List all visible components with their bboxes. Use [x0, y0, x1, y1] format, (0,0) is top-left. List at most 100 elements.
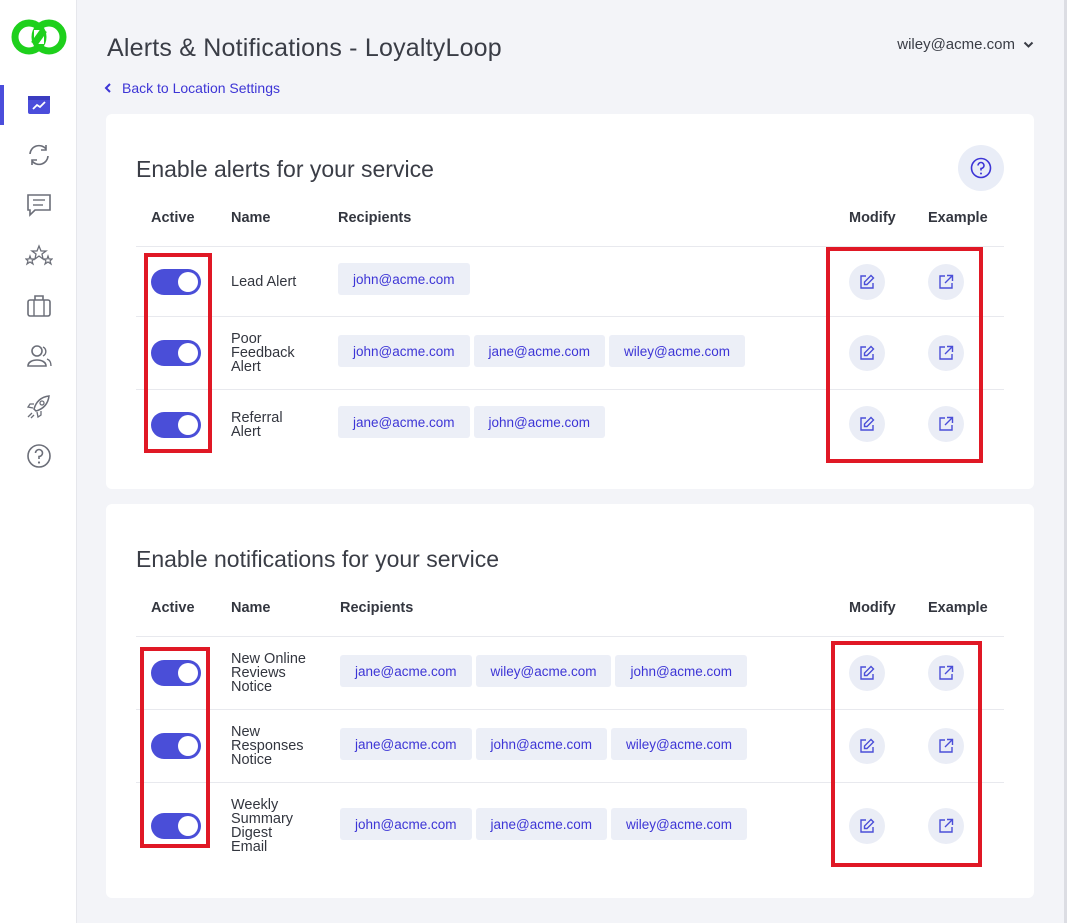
row-divider — [136, 782, 1004, 783]
recipient-chip[interactable]: jane@acme.com — [338, 406, 470, 438]
modify-button[interactable] — [849, 335, 885, 371]
row-divider — [136, 246, 1004, 247]
toggle-knob — [178, 343, 198, 363]
notification-name: New Online Reviews Notice — [231, 651, 306, 695]
row-divider — [136, 636, 1004, 637]
row-divider — [136, 709, 1004, 710]
recipient-chip[interactable]: jane@acme.com — [473, 335, 605, 367]
recipient-chip[interactable]: wiley@acme.com — [611, 808, 747, 840]
nav-help[interactable] — [0, 436, 77, 476]
recipient-chip[interactable]: jane@acme.com — [340, 655, 472, 687]
example-button[interactable] — [928, 264, 964, 300]
recipient-chip[interactable]: john@acme.com — [340, 808, 472, 840]
recipient-chip[interactable]: wiley@acme.com — [475, 655, 612, 687]
active-toggle[interactable] — [151, 660, 201, 686]
recipient-chip[interactable]: john@acme.com — [338, 263, 470, 295]
chevron-left-icon — [104, 83, 111, 93]
briefcase-icon — [26, 295, 51, 317]
user-email: wiley@acme.com — [897, 36, 1015, 53]
example-button[interactable] — [928, 335, 964, 371]
dashboard-icon — [27, 96, 50, 114]
example-button[interactable] — [928, 655, 964, 691]
col-modify: Modify — [849, 210, 896, 226]
external-link-icon — [939, 818, 954, 833]
recipient-list: jane@acme.com john@acme.com — [338, 406, 605, 438]
edit-icon — [860, 738, 875, 753]
alerts-card: Enable alerts for your service Active Na… — [106, 114, 1034, 489]
example-button[interactable] — [928, 808, 964, 844]
recipient-list: john@acme.com — [338, 263, 470, 295]
notification-name: Weekly Summary Digest Email — [231, 797, 294, 855]
users-icon — [26, 345, 52, 367]
nav-portfolio[interactable] — [0, 286, 77, 326]
toggle-knob — [178, 736, 198, 756]
nav-messages[interactable] — [0, 185, 77, 225]
loyaltyloop-logo[interactable] — [10, 16, 68, 58]
active-toggle[interactable] — [151, 813, 201, 839]
external-link-icon — [939, 345, 954, 360]
toggle-knob — [178, 816, 198, 836]
external-link-icon — [939, 738, 954, 753]
back-link-label: Back to Location Settings — [122, 80, 280, 96]
alert-name: Poor Feedback Alert — [231, 331, 295, 375]
modify-button[interactable] — [849, 655, 885, 691]
recipient-chip[interactable]: john@acme.com — [338, 335, 470, 367]
recipient-list: jane@acme.com wiley@acme.com john@acme.c… — [340, 655, 747, 687]
recipient-chip[interactable]: wiley@acme.com — [611, 728, 747, 760]
edit-icon — [860, 665, 875, 680]
modify-button[interactable] — [849, 264, 885, 300]
col-name: Name — [231, 210, 271, 226]
modify-button[interactable] — [849, 808, 885, 844]
stars-icon — [24, 244, 53, 266]
edit-icon — [860, 416, 875, 431]
recipient-list: jane@acme.com john@acme.com wiley@acme.c… — [340, 728, 747, 760]
sidebar — [0, 0, 77, 923]
nav-campaigns[interactable] — [0, 386, 77, 426]
modify-button[interactable] — [849, 728, 885, 764]
toggle-knob — [178, 415, 198, 435]
example-button[interactable] — [928, 406, 964, 442]
external-link-icon — [939, 416, 954, 431]
toggle-knob — [178, 663, 198, 683]
help-button[interactable] — [958, 145, 1004, 191]
recipient-chip[interactable]: jane@acme.com — [475, 808, 607, 840]
back-link[interactable]: Back to Location Settings — [104, 80, 280, 96]
recipient-chip[interactable]: jane@acme.com — [340, 728, 472, 760]
col-modify: Modify — [849, 600, 896, 616]
nav-sync[interactable] — [0, 135, 77, 175]
page-title: Alerts & Notifications - LoyaltyLoop — [107, 34, 502, 62]
recipient-chip[interactable]: john@acme.com — [473, 406, 605, 438]
example-button[interactable] — [928, 728, 964, 764]
external-link-icon — [939, 274, 954, 289]
nav-reviews[interactable] — [0, 236, 77, 276]
recipient-chip[interactable]: john@acme.com — [615, 655, 747, 687]
col-example: Example — [928, 600, 988, 616]
active-toggle[interactable] — [151, 340, 201, 366]
toggle-knob — [178, 272, 198, 292]
notifications-card: Enable notifications for your service Ac… — [106, 504, 1034, 898]
user-menu[interactable]: wiley@acme.com — [897, 36, 1034, 53]
nav-users[interactable] — [0, 336, 77, 376]
notifications-title: Enable notifications for your service — [136, 546, 500, 572]
rocket-icon — [26, 395, 50, 419]
edit-icon — [860, 818, 875, 833]
row-divider — [136, 316, 1004, 317]
alerts-title: Enable alerts for your service — [136, 156, 434, 182]
recipient-chip[interactable]: wiley@acme.com — [609, 335, 745, 367]
col-name: Name — [231, 600, 271, 616]
nav-dashboard[interactable] — [0, 85, 77, 125]
chat-icon — [26, 194, 51, 217]
edit-icon — [860, 345, 875, 360]
modify-button[interactable] — [849, 406, 885, 442]
col-active: Active — [151, 210, 195, 226]
recipient-list: john@acme.com jane@acme.com wiley@acme.c… — [340, 808, 747, 840]
edit-icon — [860, 274, 875, 289]
active-toggle[interactable] — [151, 269, 201, 295]
active-toggle[interactable] — [151, 412, 201, 438]
sync-icon — [28, 144, 49, 166]
help-icon — [970, 157, 992, 179]
recipient-chip[interactable]: john@acme.com — [475, 728, 607, 760]
active-toggle[interactable] — [151, 733, 201, 759]
col-example: Example — [928, 210, 988, 226]
alert-name: Referral Alert — [231, 410, 283, 440]
